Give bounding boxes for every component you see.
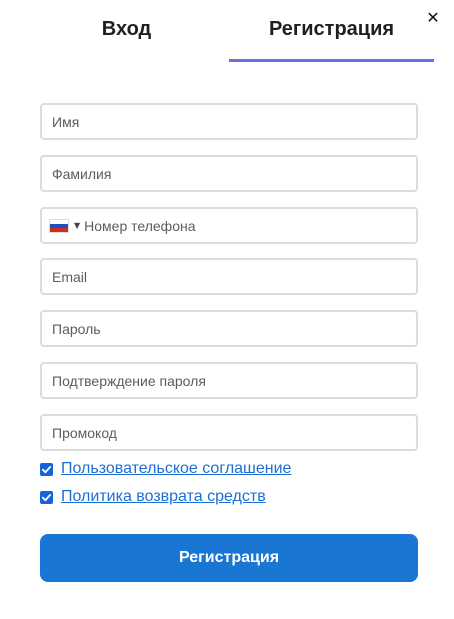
agreement-row-refund: Политика возврата средств	[40, 487, 418, 507]
check-icon	[41, 493, 52, 501]
email-field-wrapper	[40, 258, 418, 295]
email-input[interactable]	[52, 260, 406, 293]
tab-login[interactable]: Вход	[24, 0, 229, 62]
refund-policy-link[interactable]: Политика возврата средств	[61, 488, 266, 506]
last-name-input[interactable]	[52, 157, 406, 190]
terms-checkbox[interactable]	[40, 462, 53, 476]
chevron-down-icon[interactable]: ▼	[74, 221, 80, 230]
password-confirm-input[interactable]	[52, 364, 406, 397]
last-name-field-wrapper	[40, 155, 418, 192]
agreements: Пользовательское соглашение Политика воз…	[40, 459, 418, 515]
phone-input[interactable]	[84, 209, 406, 242]
first-name-field-wrapper	[40, 103, 418, 140]
password-field-wrapper	[40, 310, 418, 347]
check-icon	[41, 465, 52, 473]
terms-link[interactable]: Пользовательское соглашение	[61, 460, 291, 478]
auth-modal: ✕ Вход Регистрация ▼	[0, 0, 454, 619]
password-confirm-field-wrapper	[40, 362, 418, 399]
tab-register[interactable]: Регистрация	[229, 0, 434, 62]
password-input[interactable]	[52, 312, 406, 345]
register-button[interactable]: Регистрация	[40, 534, 418, 582]
promo-code-input[interactable]	[52, 416, 406, 449]
phone-field-wrapper: ▼	[40, 207, 418, 244]
russia-flag-icon[interactable]	[49, 218, 69, 233]
promo-field-wrapper	[40, 414, 418, 451]
auth-tabs: Вход Регистрация	[24, 0, 434, 62]
first-name-input[interactable]	[52, 105, 406, 138]
refund-policy-checkbox[interactable]	[40, 490, 53, 504]
agreement-row-terms: Пользовательское соглашение	[40, 459, 418, 479]
registration-form: ▼	[40, 103, 418, 466]
